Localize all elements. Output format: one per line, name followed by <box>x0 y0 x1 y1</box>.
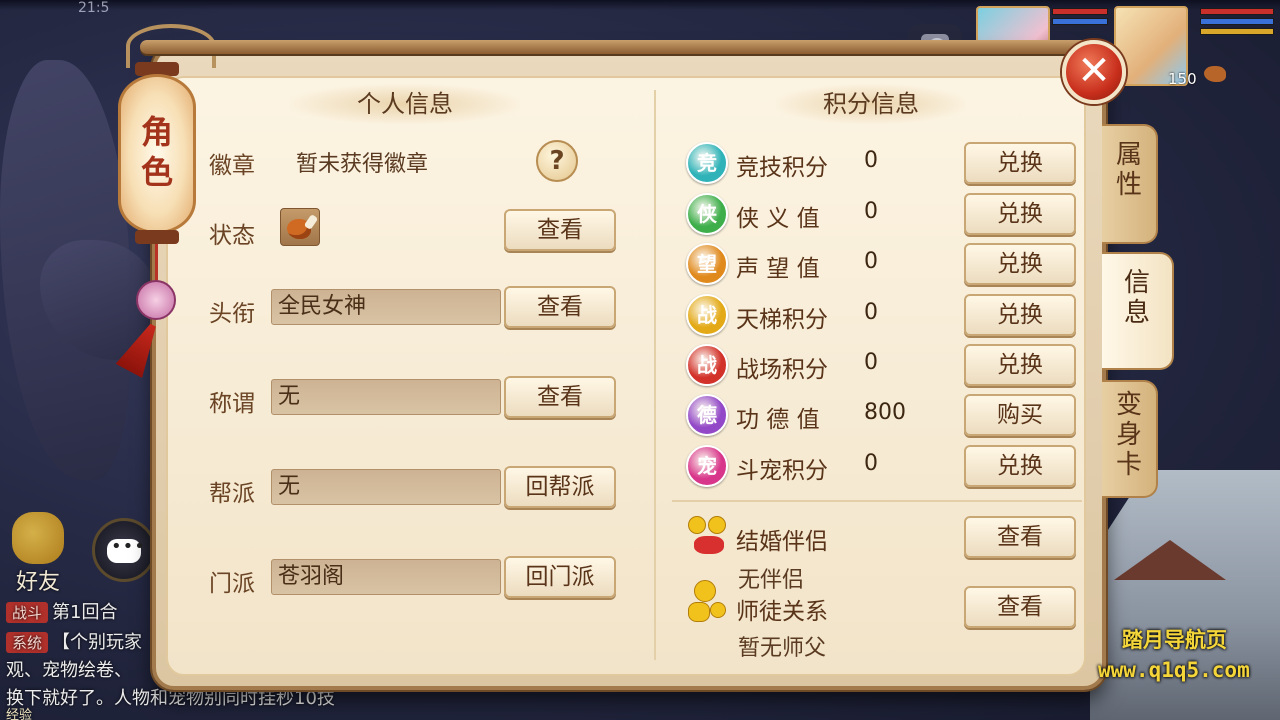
badge-label: 徽章 <box>209 153 255 179</box>
pet-status-bars <box>1052 8 1108 28</box>
score-info-title: 积分信息 <box>776 84 966 124</box>
score-name: 声 望 值 <box>736 256 820 282</box>
friend-button[interactable]: 好友 <box>6 508 76 595</box>
exp-label: 经验 <box>6 708 33 720</box>
return-guild-button[interactable]: 回帮派 <box>504 466 616 508</box>
appellation-view-button[interactable]: 查看 <box>504 376 616 418</box>
panel-top-rod <box>140 40 1100 54</box>
mentor-view-button[interactable]: 查看 <box>964 586 1076 628</box>
couple-icon <box>686 514 732 558</box>
personal-info-title: 个人信息 <box>290 84 520 124</box>
status-label: 状态 <box>209 223 255 249</box>
watermark-title: 踏月导航页 <box>1122 628 1227 652</box>
reputation-icon: 望 <box>686 243 728 285</box>
lantern-cord <box>155 244 158 284</box>
lantern-base <box>135 230 179 244</box>
title-view-button[interactable]: 查看 <box>504 286 616 328</box>
ladder-score-icon: 战 <box>686 294 728 336</box>
score-value: 800 <box>864 400 906 425</box>
chat-text: 第1回合 <box>52 602 118 623</box>
score-name: 功 德 值 <box>736 407 820 433</box>
roast-meat-icon[interactable] <box>280 208 320 246</box>
chat-line: 战斗 第1回合 <box>6 598 117 624</box>
exchange-button[interactable]: 兑换 <box>964 193 1076 235</box>
question-mark-icon[interactable]: ? <box>536 140 578 182</box>
chat-tag-battle: 战斗 <box>6 602 49 623</box>
player-mp-bar <box>1200 18 1274 25</box>
friend-label: 好友 <box>16 570 61 595</box>
return-sect-button[interactable]: 回门派 <box>504 556 616 598</box>
player-exp-bar <box>1200 28 1274 35</box>
tab-transform-card[interactable]: 变身卡 <box>1102 380 1158 498</box>
pet-mp-bar <box>1052 18 1108 25</box>
score-value: 0 <box>864 249 878 274</box>
score-value: 0 <box>864 300 878 325</box>
appellation-field: 无 <box>271 379 501 415</box>
tab-attributes[interactable]: 属性 <box>1102 124 1158 244</box>
score-value: 0 <box>864 199 878 224</box>
player-hp-bar <box>1200 8 1274 15</box>
panel-title: 角色 <box>140 113 173 191</box>
marriage-value: 无伴侣 <box>738 568 805 593</box>
battlefield-score-icon: 战 <box>686 344 728 386</box>
sect-field: 苍羽阁 <box>271 559 501 595</box>
title-field: 全民女神 <box>271 289 501 325</box>
pet-battle-score-icon: 宠 <box>686 445 728 487</box>
tab-label: 信息 <box>1123 268 1150 328</box>
food-icon <box>1204 66 1226 82</box>
exchange-button[interactable]: 兑换 <box>964 294 1076 336</box>
mentor-label: 师徒关系 <box>736 599 828 625</box>
score-name: 天梯积分 <box>736 307 828 333</box>
mentor-icon <box>686 580 732 626</box>
player-status-bars <box>1200 8 1274 38</box>
marriage-view-button[interactable]: 查看 <box>964 516 1076 558</box>
arena-score-icon: 竞 <box>686 142 728 184</box>
exchange-button[interactable]: 兑换 <box>964 142 1076 184</box>
close-button[interactable]: ✕ <box>1062 40 1126 104</box>
chat-text: 【个别玩家 <box>52 632 143 653</box>
score-name: 侠 义 值 <box>736 206 820 232</box>
status-time: 21:5 <box>78 0 110 16</box>
appellation-label: 称谓 <box>209 391 255 417</box>
score-name: 战场积分 <box>736 357 828 383</box>
tab-info[interactable]: 信息 <box>1102 252 1174 370</box>
chat-line: 系统 【个别玩家 <box>6 628 142 654</box>
tab-label: 属性 <box>1115 140 1142 200</box>
tab-label: 变身卡 <box>1115 390 1142 480</box>
background-building <box>1090 470 1280 720</box>
merit-icon: 德 <box>686 394 728 436</box>
exchange-button[interactable]: 兑换 <box>964 243 1076 285</box>
score-name: 斗宠积分 <box>736 458 828 484</box>
chat-bubble-icon[interactable] <box>92 518 156 582</box>
badge-value: 暂未获得徽章 <box>296 152 429 177</box>
score-value: 0 <box>864 350 878 375</box>
guild-label: 帮派 <box>209 481 255 507</box>
mentor-value: 暂无师父 <box>738 636 827 661</box>
sect-label: 门派 <box>209 571 255 597</box>
panel-divider <box>654 90 656 660</box>
exchange-button[interactable]: 兑换 <box>964 445 1076 487</box>
relations-divider <box>672 500 1082 502</box>
score-value: 0 <box>864 451 878 476</box>
title-label: 头衔 <box>209 301 255 327</box>
exchange-button[interactable]: 兑换 <box>964 344 1076 386</box>
buy-button[interactable]: 购买 <box>964 394 1076 436</box>
score-value: 0 <box>864 148 878 173</box>
guild-field: 无 <box>271 469 501 505</box>
score-name: 竞技积分 <box>736 155 828 181</box>
friend-icon <box>12 512 64 564</box>
chat-tag-system: 系统 <box>6 632 49 653</box>
player-level: 150 <box>1168 70 1197 88</box>
watermark-url: www.q1q5.com <box>1098 658 1250 682</box>
marriage-label: 结婚伴侣 <box>736 529 828 555</box>
chivalry-icon: 侠 <box>686 193 728 235</box>
pet-hp-bar <box>1052 8 1108 15</box>
status-view-button[interactable]: 查看 <box>504 209 616 251</box>
chat-line: 观、宠物绘卷、 <box>6 660 132 681</box>
chinese-knot-icon <box>136 280 176 320</box>
